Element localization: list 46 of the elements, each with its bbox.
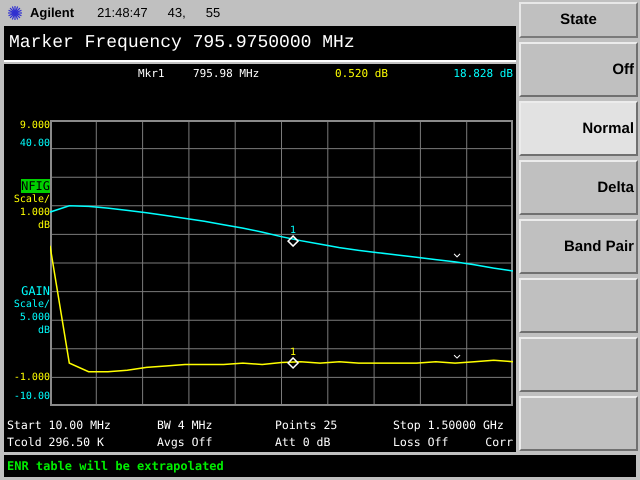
- softkey-button[interactable]: Band Pair: [519, 219, 638, 274]
- starburst-icon: [7, 4, 23, 20]
- unit-label: dB: [38, 219, 50, 232]
- scale-label: Scale/: [14, 298, 50, 311]
- status-message: ENR table will be extrapolated: [4, 455, 636, 477]
- trace-name[interactable]: GAIN: [21, 284, 50, 298]
- scale-label: Scale/: [14, 193, 50, 206]
- axis-top-label: 40.00: [20, 137, 50, 151]
- axis-bottom-label: -1.000: [14, 371, 50, 385]
- setting-label: Stop 1.50000 GHz: [393, 418, 505, 434]
- setting-label: Corr: [484, 435, 514, 451]
- softkey-button[interactable]: Off: [519, 42, 638, 97]
- marker-diamond-icon: [287, 235, 300, 248]
- status-value: 55: [206, 5, 220, 20]
- menu-title: State: [519, 2, 638, 38]
- setting-label: Att 0 dB: [275, 435, 332, 451]
- axis-top-label: 9.000: [20, 119, 50, 133]
- unit-label: dB: [38, 324, 50, 337]
- marker-value: 18.828 dB: [453, 67, 513, 80]
- blank-softkey-button[interactable]: [519, 278, 638, 333]
- scale-value: 5.000: [20, 311, 50, 324]
- softkey-button[interactable]: Normal: [519, 101, 638, 156]
- status-value: 43,: [168, 5, 186, 20]
- setting-label: Start 10.00 MHz: [7, 418, 112, 434]
- setting-label: Points 25: [275, 418, 338, 434]
- blank-softkey-button[interactable]: [519, 396, 638, 451]
- setting-label: Loss Off: [393, 435, 450, 451]
- clock-time: 21:48:47: [97, 5, 148, 20]
- marker-number: 1: [290, 346, 296, 358]
- measurement-title: Marker Frequency 795.9750000 MHz: [4, 26, 516, 62]
- caret-icon: [454, 354, 461, 359]
- marker-diamond-icon: [287, 356, 300, 370]
- scale-value: 1.000: [20, 206, 50, 219]
- setting-label: Tcold 296.50 K: [7, 435, 105, 451]
- brand-name: Agilent: [30, 5, 74, 20]
- marker-number: 1: [290, 225, 296, 236]
- softkey-button[interactable]: Delta: [519, 160, 638, 215]
- axis-bottom-label: -10.00: [14, 390, 50, 404]
- blank-softkey-button[interactable]: [519, 337, 638, 392]
- marker-name: Mkr1: [138, 67, 164, 80]
- marker-value: 0.520 dB: [335, 67, 388, 80]
- setting-label: BW 4 MHz: [157, 418, 214, 434]
- caret-icon: [454, 253, 461, 258]
- setting-label: Avgs Off: [157, 435, 214, 451]
- marker-frequency: 795.98 MHz: [193, 67, 260, 80]
- trace-name[interactable]: NFIG: [21, 179, 50, 193]
